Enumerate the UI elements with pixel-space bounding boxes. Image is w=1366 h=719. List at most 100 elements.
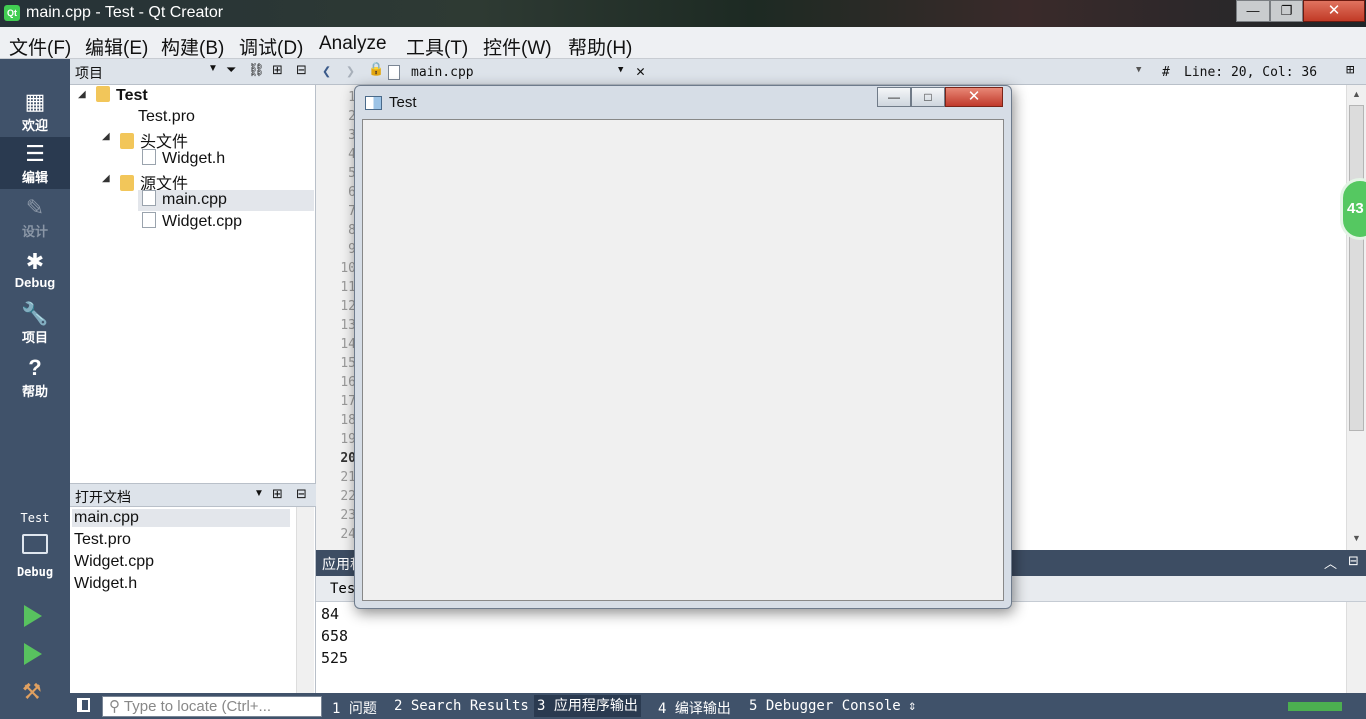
floating-badge[interactable]: 43 bbox=[1340, 178, 1366, 240]
chevron-up-icon[interactable]: ︿ bbox=[1324, 553, 1337, 572]
pane-debugger-console[interactable]: 5 Debugger Console bbox=[749, 698, 901, 714]
debug-run-icon[interactable] bbox=[24, 643, 42, 665]
cursor-position[interactable]: Line: 20, Col: 36 bbox=[1184, 65, 1317, 80]
tree-item-project[interactable]: ◢ Test bbox=[78, 86, 148, 105]
lock-icon: 🔒 bbox=[368, 62, 385, 77]
chevron-down-icon[interactable]: ▼ bbox=[254, 488, 264, 499]
output-line: 84 bbox=[321, 605, 340, 623]
tree-label: Test.pro bbox=[138, 108, 195, 125]
folder-icon bbox=[120, 175, 134, 191]
menu-build[interactable]: 构建(B) bbox=[161, 33, 224, 60]
editor-scrollbar[interactable]: ▲ ▼ bbox=[1346, 85, 1366, 550]
split-icon[interactable]: ⊞ bbox=[272, 62, 283, 78]
project-tree: ◢ Test Test.pro ◢ 头文件 Widget.h ◢ 源文件 mai… bbox=[70, 85, 316, 483]
back-arrow-icon[interactable]: ❮ bbox=[322, 62, 331, 80]
split-icon[interactable]: ⊞ bbox=[272, 486, 283, 502]
help-icon: ? bbox=[28, 355, 42, 380]
tree-item-widget-cpp[interactable]: Widget.cpp bbox=[142, 212, 242, 231]
mode-label: 项目 bbox=[21, 330, 48, 345]
scroll-thumb[interactable] bbox=[1349, 105, 1364, 431]
symbol-dropdown-chevron-icon[interactable]: ▼ bbox=[1136, 65, 1141, 75]
close-panel-icon[interactable]: ⊟ bbox=[296, 62, 307, 78]
build-hammer-icon[interactable]: ⚒ bbox=[22, 679, 42, 705]
pencil-icon: ✎ bbox=[25, 195, 45, 220]
tree-item-main-cpp[interactable]: main.cpp bbox=[138, 190, 314, 211]
menu-help[interactable]: 帮助(H) bbox=[568, 33, 632, 60]
mode-welcome[interactable]: ▦ 欢迎 bbox=[0, 85, 70, 137]
mode-projects[interactable]: 🔧 项目 bbox=[0, 297, 70, 349]
menu-widgets[interactable]: 控件(W) bbox=[483, 33, 552, 60]
view-dropdown-chevron-icon[interactable]: ▼ bbox=[208, 63, 218, 74]
project-folder-icon bbox=[96, 86, 110, 102]
locator-input[interactable]: ⚲ Type to locate (Ctrl+... bbox=[102, 696, 322, 717]
open-doc-item[interactable]: main.cpp bbox=[72, 509, 290, 527]
output-line: 525 bbox=[321, 649, 349, 667]
scroll-down-arrow-icon[interactable]: ▼ bbox=[1352, 533, 1361, 543]
line-number-gutter: 1 2 3 4 5 6 7 8 9 10 11 12 13 14 15 16 1… bbox=[316, 85, 358, 550]
mode-help[interactable]: ? 帮助 bbox=[0, 351, 70, 403]
mode-label: 设计 bbox=[21, 224, 48, 239]
scrollbar[interactable] bbox=[296, 507, 314, 693]
file-dropdown-chevron-icon[interactable]: ▼ bbox=[618, 65, 623, 75]
status-bar: ⚲ Type to locate (Ctrl+... 1 问题 2 Search… bbox=[70, 693, 1366, 719]
test-app-window[interactable]: Test — □ ✕ bbox=[354, 85, 1012, 609]
expand-arrow-icon[interactable]: ◢ bbox=[102, 173, 110, 184]
file-icon bbox=[142, 212, 156, 228]
bug-icon: ✱ bbox=[25, 249, 45, 274]
minimize-button[interactable]: — bbox=[1236, 0, 1270, 22]
menu-bar: 文件(F) 编辑(E) 构建(B) 调试(D) Analyze 工具(T) 控件… bbox=[0, 27, 1366, 59]
window-titlebar[interactable]: Qt main.cpp - Test - Qt Creator — ❐ ✕ bbox=[0, 0, 1366, 27]
output-line: 658 bbox=[321, 627, 349, 645]
test-maximize-button[interactable]: □ bbox=[911, 87, 945, 107]
tree-label: main.cpp bbox=[162, 191, 227, 208]
menu-edit[interactable]: 编辑(E) bbox=[85, 33, 148, 60]
tree-item-widget-h[interactable]: Widget.h bbox=[142, 149, 225, 168]
mode-debug[interactable]: ✱ Debug bbox=[0, 245, 70, 297]
toggle-sidebar-icon[interactable] bbox=[77, 698, 90, 712]
tree-item-pro-file[interactable]: Test.pro bbox=[120, 107, 195, 126]
pane-search-results[interactable]: 2 Search Results bbox=[394, 698, 529, 714]
mode-design[interactable]: ✎ 设计 bbox=[0, 191, 70, 243]
run-icon[interactable] bbox=[24, 605, 42, 627]
menu-analyze[interactable]: Analyze bbox=[319, 33, 387, 55]
expand-arrow-icon[interactable]: ◢ bbox=[78, 89, 86, 100]
menu-file[interactable]: 文件(F) bbox=[9, 33, 71, 60]
grid-icon: ▦ bbox=[24, 89, 46, 114]
test-window-client-area[interactable] bbox=[362, 119, 1004, 601]
monitor-icon[interactable] bbox=[22, 534, 48, 554]
pane-compile-output[interactable]: 4 编译输出 bbox=[658, 698, 731, 718]
maximize-button[interactable]: ❐ bbox=[1270, 0, 1303, 22]
menu-tools[interactable]: 工具(T) bbox=[406, 33, 468, 60]
forward-arrow-icon[interactable]: ❯ bbox=[346, 62, 355, 80]
locator-placeholder: Type to locate (Ctrl+... bbox=[123, 698, 272, 715]
open-doc-item[interactable]: Widget.cpp bbox=[74, 553, 154, 571]
open-doc-item[interactable]: Widget.h bbox=[74, 575, 137, 593]
expand-arrow-icon[interactable]: ◢ bbox=[102, 131, 110, 142]
tree-label: Widget.h bbox=[162, 150, 226, 167]
close-document-icon[interactable]: ✕ bbox=[636, 62, 645, 80]
qt-pro-file-icon bbox=[120, 107, 132, 123]
pane-issues[interactable]: 1 问题 bbox=[332, 698, 377, 718]
project-panel-header: 项目 ▼ ⏷ ⛓ ⊞ ⊟ bbox=[70, 59, 316, 85]
close-panel-icon[interactable]: ⊟ bbox=[1348, 553, 1359, 569]
mode-label: 欢迎 bbox=[21, 118, 48, 133]
filter-icon[interactable]: ⏷ bbox=[226, 62, 236, 78]
link-icon[interactable]: ⛓ bbox=[248, 62, 265, 78]
menu-debug[interactable]: 调试(D) bbox=[239, 33, 303, 60]
pane-application-output[interactable]: 3 应用程序输出 bbox=[534, 695, 641, 717]
mode-edit[interactable]: ☰ 编辑 bbox=[0, 137, 70, 189]
close-panel-icon[interactable]: ⊟ bbox=[296, 486, 307, 502]
current-file-name[interactable]: main.cpp bbox=[411, 65, 474, 80]
output-scrollbar[interactable] bbox=[1346, 602, 1366, 693]
split-editor-icon[interactable]: ⊞ bbox=[1346, 62, 1354, 78]
test-close-button[interactable]: ✕ bbox=[945, 87, 1003, 107]
open-documents-title: 打开文档 bbox=[75, 489, 131, 505]
mode-label: 编辑 bbox=[21, 170, 48, 185]
close-button[interactable]: ✕ bbox=[1303, 0, 1365, 22]
file-icon bbox=[142, 190, 156, 206]
window-title: main.cpp - Test - Qt Creator bbox=[26, 4, 224, 21]
open-doc-item[interactable]: Test.pro bbox=[74, 531, 131, 549]
pane-selector-arrows-icon[interactable]: ⇕ bbox=[908, 698, 916, 714]
test-minimize-button[interactable]: — bbox=[877, 87, 911, 107]
scroll-up-arrow-icon[interactable]: ▲ bbox=[1352, 89, 1361, 99]
